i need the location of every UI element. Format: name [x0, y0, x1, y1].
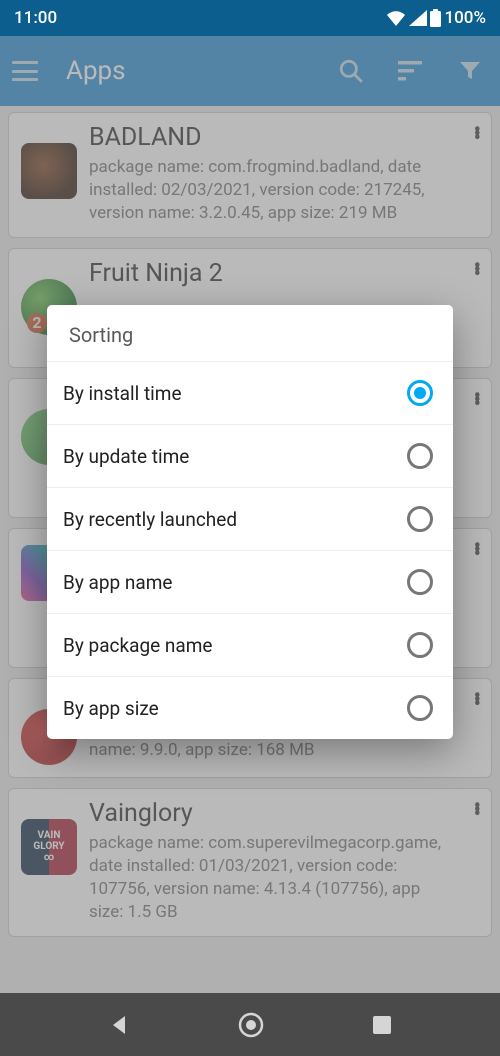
- radio-icon: [407, 506, 433, 532]
- battery-icon: [430, 9, 441, 27]
- sort-option-label: By update time: [63, 445, 189, 468]
- radio-icon: [407, 380, 433, 406]
- recent-icon[interactable]: [371, 1014, 393, 1036]
- radio-icon: [407, 632, 433, 658]
- radio-icon: [407, 443, 433, 469]
- home-icon[interactable]: [238, 1012, 264, 1038]
- radio-icon: [407, 569, 433, 595]
- battery-text: 100%: [444, 8, 486, 28]
- sort-option-install-time[interactable]: By install time: [47, 361, 453, 424]
- system-nav-bar: [0, 993, 500, 1056]
- sort-option-label: By package name: [63, 634, 212, 657]
- sort-option-label: By app name: [63, 571, 173, 594]
- signal-icon: [409, 10, 427, 26]
- status-right: 100%: [386, 8, 486, 28]
- sort-option-app-name[interactable]: By app name: [47, 550, 453, 613]
- sort-option-package-name[interactable]: By package name: [47, 613, 453, 676]
- sort-option-recently-launched[interactable]: By recently launched: [47, 487, 453, 550]
- sort-dialog: Sorting By install time By update time B…: [47, 305, 453, 739]
- sort-option-label: By install time: [63, 382, 182, 405]
- status-bar: 11:00 100%: [0, 0, 500, 36]
- radio-icon: [407, 695, 433, 721]
- status-time: 11:00: [14, 8, 57, 28]
- sort-option-label: By recently launched: [63, 508, 237, 531]
- back-icon[interactable]: [107, 1013, 131, 1037]
- sort-option-update-time[interactable]: By update time: [47, 424, 453, 487]
- sort-option-app-size[interactable]: By app size: [47, 676, 453, 739]
- dialog-title: Sorting: [47, 323, 453, 361]
- wifi-icon: [386, 10, 406, 26]
- sort-option-label: By app size: [63, 697, 159, 720]
